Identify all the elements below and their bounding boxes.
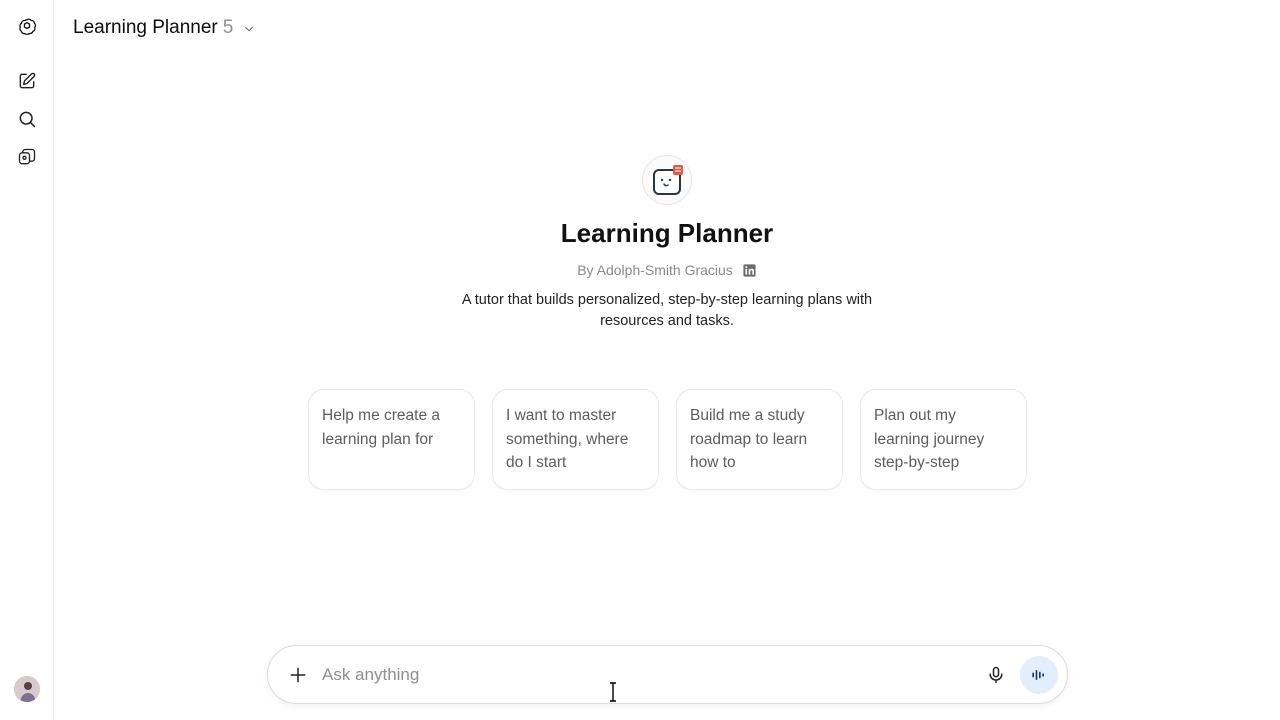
- gpt-avatar: [642, 155, 692, 205]
- author-row: By Adolph-Smith Gracius: [0, 262, 1280, 278]
- calendar-face-icon: [653, 165, 683, 195]
- sidebar: [0, 0, 54, 720]
- composer: [267, 645, 1068, 704]
- starter-card[interactable]: I want to master something, where do I s…: [492, 389, 659, 490]
- linkedin-icon[interactable]: [743, 263, 757, 277]
- search-icon[interactable]: [13, 105, 41, 133]
- header-version: 5: [222, 17, 234, 38]
- new-chat-icon[interactable]: [13, 67, 41, 95]
- gpt-author: By Adolph-Smith Gracius: [577, 262, 733, 278]
- starter-card[interactable]: Build me a study roadmap to learn how to: [676, 389, 843, 490]
- chat-input[interactable]: [322, 660, 922, 690]
- gpt-description: A tutor that builds personalized, step-b…: [461, 292, 873, 329]
- voice-mode-icon[interactable]: [1020, 656, 1058, 694]
- conversation-starters: Help me create a learning plan for I wan…: [308, 389, 1027, 490]
- openai-logo-icon[interactable]: [13, 13, 41, 41]
- gpt-name: Learning Planner: [560, 218, 774, 248]
- microphone-icon[interactable]: [982, 661, 1010, 689]
- starter-card[interactable]: Help me create a learning plan for: [308, 389, 475, 490]
- chevron-down-icon: [245, 26, 254, 32]
- header-title: Learning Planner: [73, 17, 218, 38]
- plus-icon[interactable]: [284, 661, 312, 689]
- user-avatar[interactable]: [14, 676, 40, 702]
- text-cursor-icon: [610, 682, 616, 702]
- model-selector[interactable]: Learning Planner 5: [73, 14, 256, 42]
- starter-card[interactable]: Plan out my learning journey step-by-ste…: [860, 389, 1027, 490]
- gpts-library-icon[interactable]: [13, 143, 41, 171]
